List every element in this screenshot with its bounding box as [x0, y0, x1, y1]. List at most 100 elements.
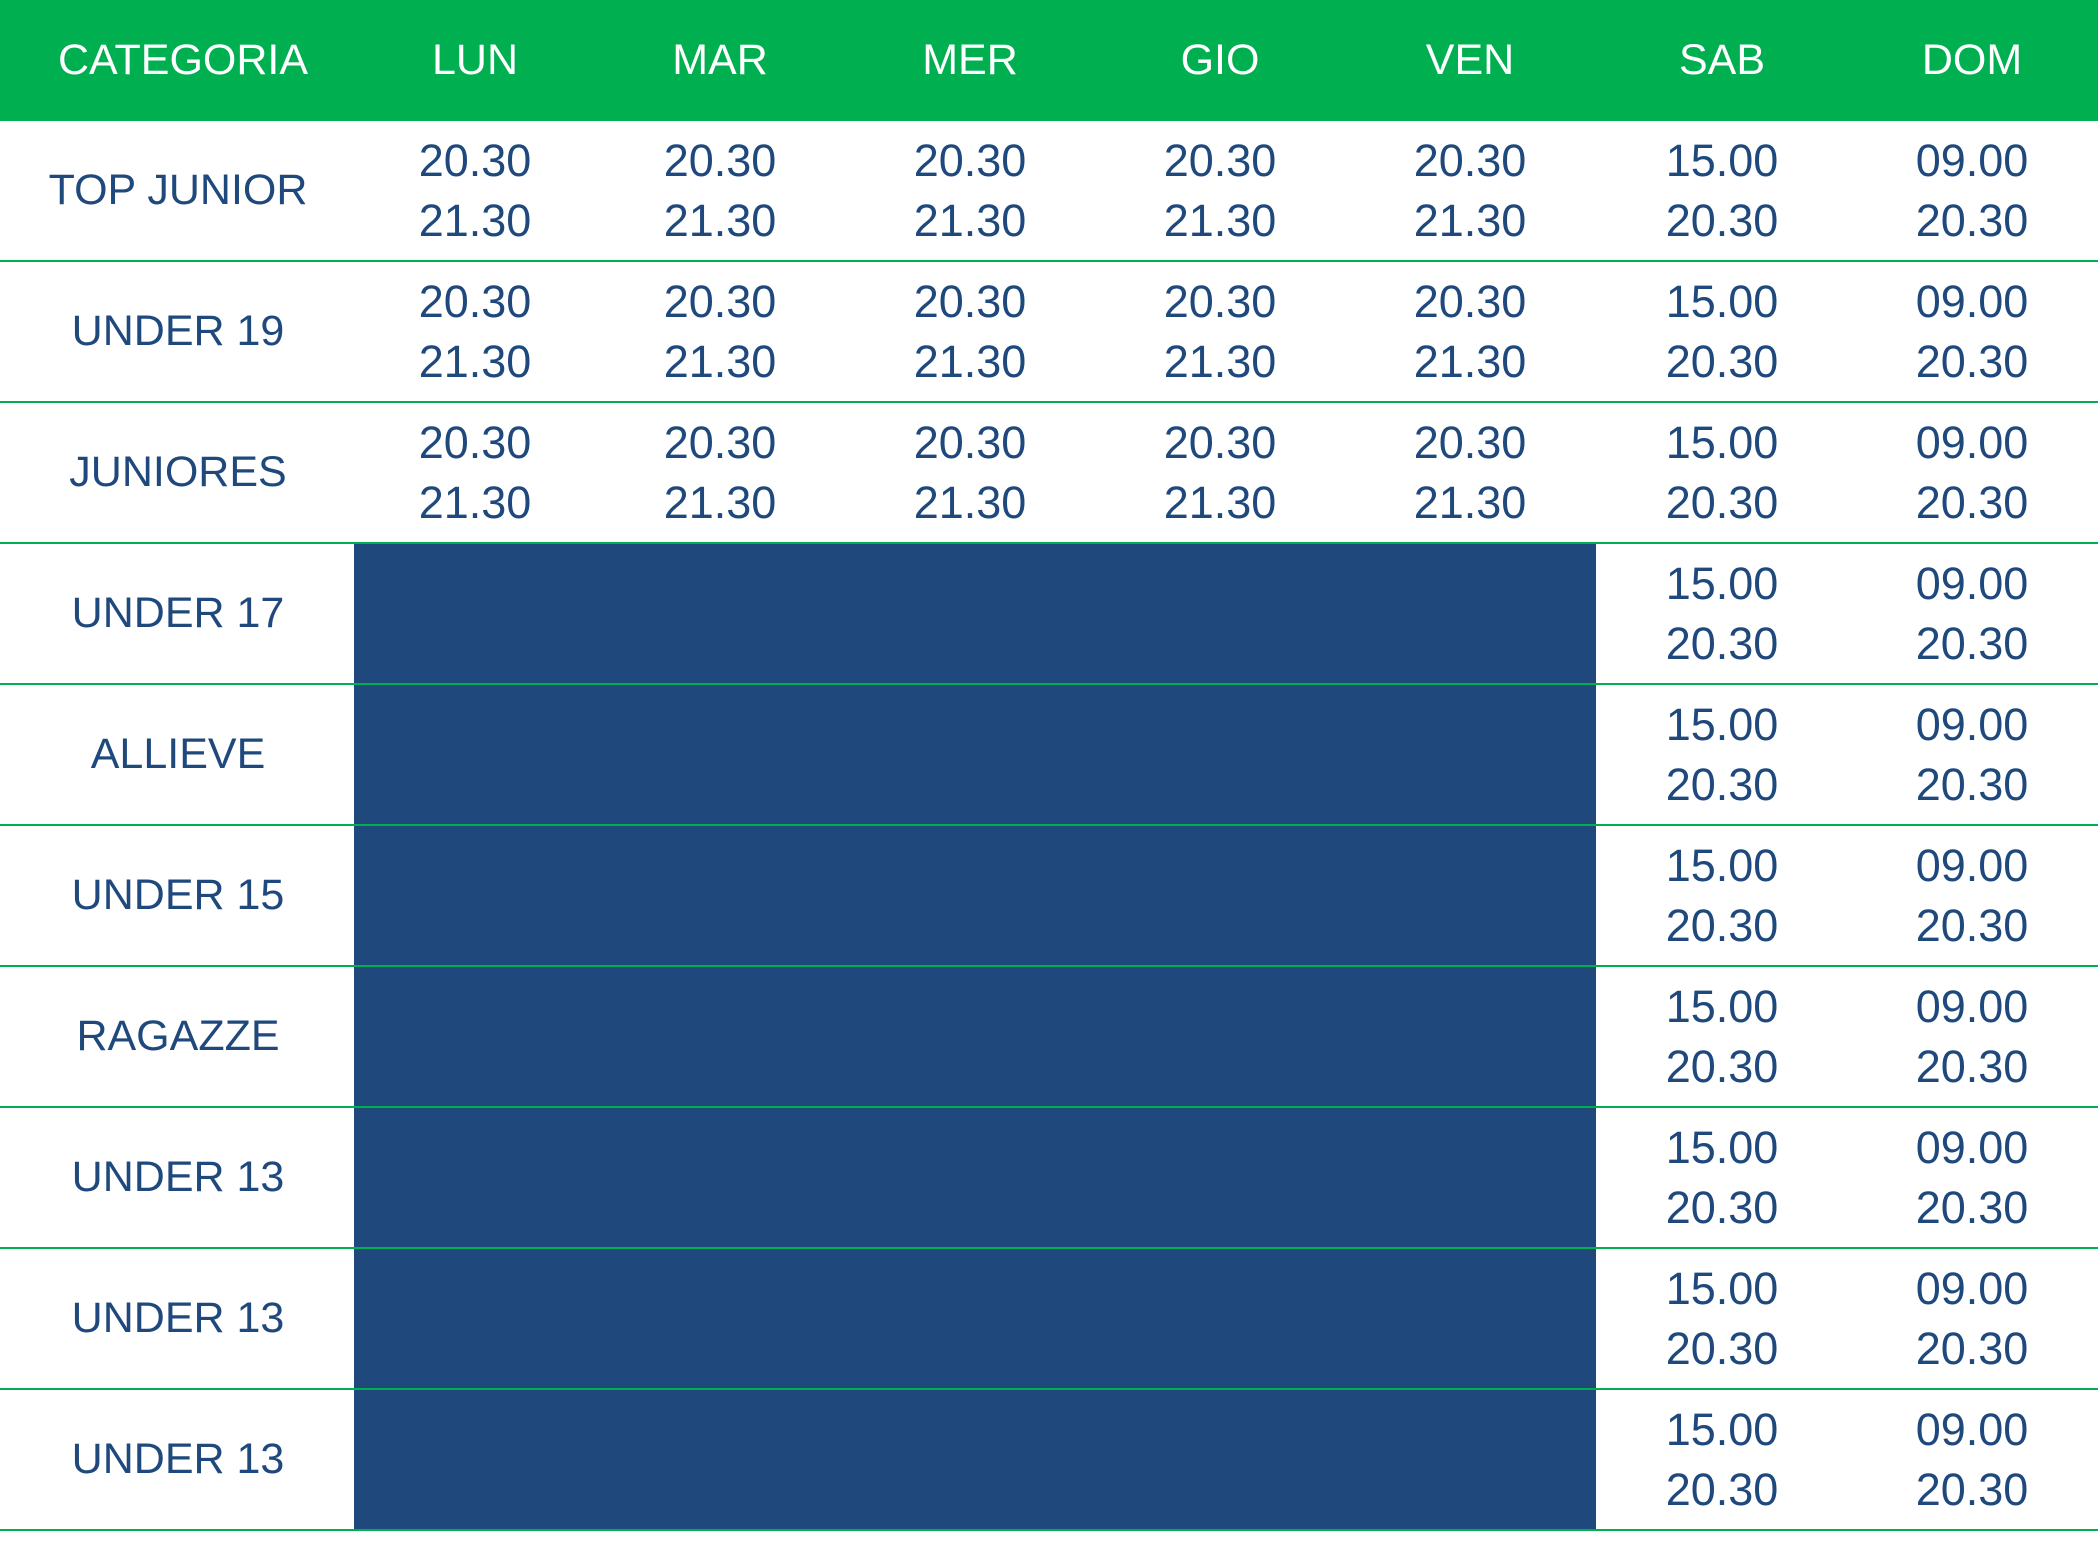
header-day-dom: DOM: [1921, 36, 2023, 84]
table-row: UNDER 19 20.30 21.30 20.30 21.30 20.30 21.30 20…: [0, 262, 2098, 403]
time-cell-sab: 15.00 20.30: [1602, 967, 1842, 1106]
time-cell-ven: 20.30 21.30: [1350, 403, 1590, 542]
unavailable-block: [354, 685, 1596, 824]
table-header: CATEGORIA LUN MAR MER GIO VEN SAB DOM: [0, 0, 2098, 121]
time-cell-dom: 09.00 20.30: [1852, 262, 2092, 401]
table-row: UNDER 15 15.00 20.30 09.00 20.30: [0, 826, 2098, 967]
unavailable-block: [354, 826, 1596, 965]
time-start: 20.30: [913, 416, 1027, 468]
time-start: 20.30: [418, 416, 532, 468]
time-start: 15.00: [1665, 839, 1779, 891]
table-row: UNDER 17 15.00 20.30 09.00 20.30: [0, 544, 2098, 685]
table-row: RAGAZZE 15.00 20.30 09.00 20.30: [0, 967, 2098, 1108]
time-end: 21.30: [418, 194, 532, 246]
time-end: 21.30: [1413, 194, 1527, 246]
time-end: 20.30: [1665, 1040, 1779, 1092]
time-end: 21.30: [1163, 335, 1277, 387]
unavailable-block: [354, 967, 1596, 1106]
time-start: 15.00: [1665, 698, 1779, 750]
category-cell: UNDER 13: [71, 1294, 285, 1342]
time-end: 20.30: [1915, 335, 2029, 387]
time-end: 20.30: [1915, 194, 2029, 246]
time-start: 09.00: [1915, 1262, 2029, 1314]
time-start: 20.30: [1413, 416, 1527, 468]
time-cell-mar: 20.30 21.30: [600, 262, 840, 401]
time-start: 09.00: [1915, 839, 2029, 891]
time-cell-dom: 09.00 20.30: [1852, 685, 2092, 824]
time-start: 09.00: [1915, 416, 2029, 468]
time-cell-dom: 09.00 20.30: [1852, 967, 2092, 1106]
header-categoria: CATEGORIA: [58, 36, 309, 84]
time-start: 20.30: [1413, 134, 1527, 186]
time-end: 20.30: [1665, 617, 1779, 669]
time-start: 20.30: [913, 275, 1027, 327]
time-cell-mer: 20.30 21.30: [850, 262, 1090, 401]
time-end: 20.30: [1915, 1463, 2029, 1515]
time-end: 20.30: [1665, 899, 1779, 951]
time-start: 20.30: [418, 275, 532, 327]
time-start: 20.30: [663, 416, 777, 468]
time-end: 20.30: [1915, 476, 2029, 528]
time-cell-sab: 15.00 20.30: [1602, 685, 1842, 824]
time-cell-sab: 15.00 20.30: [1602, 826, 1842, 965]
header-day-gio: GIO: [1180, 36, 1260, 84]
header-day-ven: VEN: [1425, 36, 1515, 84]
time-start: 15.00: [1665, 1403, 1779, 1455]
unavailable-block: [354, 1249, 1596, 1388]
time-end: 20.30: [1665, 194, 1779, 246]
header-day-mer: MER: [922, 36, 1018, 84]
time-end: 20.30: [1915, 899, 2029, 951]
category-cell: UNDER 17: [71, 589, 285, 637]
time-start: 09.00: [1915, 698, 2029, 750]
time-end: 20.30: [1665, 1463, 1779, 1515]
time-end: 20.30: [1915, 758, 2029, 810]
time-end: 21.30: [913, 194, 1027, 246]
time-cell-sab: 15.00 20.30: [1602, 544, 1842, 683]
time-end: 20.30: [1665, 1181, 1779, 1233]
time-end: 20.30: [1915, 1040, 2029, 1092]
time-start: 20.30: [913, 134, 1027, 186]
time-start: 15.00: [1665, 416, 1779, 468]
time-cell-sab: 15.00 20.30: [1602, 1249, 1842, 1388]
category-cell: RAGAZZE: [76, 1012, 280, 1060]
time-start: 20.30: [1163, 134, 1277, 186]
time-start: 20.30: [1413, 275, 1527, 327]
time-end: 21.30: [1163, 476, 1277, 528]
header-day-sab: SAB: [1678, 36, 1766, 84]
time-cell-ven: 20.30 21.30: [1350, 262, 1590, 401]
time-cell-gio: 20.30 21.30: [1100, 121, 1340, 260]
time-cell-dom: 09.00 20.30: [1852, 826, 2092, 965]
time-end: 21.30: [663, 476, 777, 528]
category-cell: UNDER 13: [71, 1153, 285, 1201]
time-cell-dom: 09.00 20.30: [1852, 121, 2092, 260]
time-end: 21.30: [1413, 335, 1527, 387]
time-start: 09.00: [1915, 134, 2029, 186]
header-day-lun: LUN: [431, 36, 519, 84]
category-cell: UNDER 13: [71, 1435, 285, 1483]
time-cell-lun: 20.30 21.30: [355, 262, 595, 401]
time-cell-mar: 20.30 21.30: [600, 121, 840, 260]
table-row: UNDER 13 15.00 20.30 09.00 20.30: [0, 1108, 2098, 1249]
time-cell-sab: 15.00 20.30: [1602, 1390, 1842, 1529]
time-start: 09.00: [1915, 980, 2029, 1032]
time-end: 21.30: [913, 335, 1027, 387]
time-cell-sab: 15.00 20.30: [1602, 262, 1842, 401]
time-end: 20.30: [1915, 1181, 2029, 1233]
time-cell-sab: 15.00 20.30: [1602, 403, 1842, 542]
category-cell: ALLIEVE: [90, 730, 266, 778]
time-cell-gio: 20.30 21.30: [1100, 403, 1340, 542]
time-cell-lun: 20.30 21.30: [355, 121, 595, 260]
schedule-table: CATEGORIA LUN MAR MER GIO VEN SAB DOM TOP JUNIO…: [0, 0, 2098, 1550]
table-row: UNDER 13 15.00 20.30 09.00 20.30: [0, 1249, 2098, 1390]
time-start: 15.00: [1665, 980, 1779, 1032]
time-start: 20.30: [1163, 275, 1277, 327]
time-start: 15.00: [1665, 275, 1779, 327]
time-start: 15.00: [1665, 557, 1779, 609]
category-cell: TOP JUNIOR: [48, 166, 308, 214]
time-cell-dom: 09.00 20.30: [1852, 1108, 2092, 1247]
unavailable-block: [354, 1108, 1596, 1247]
table-row: UNDER 13 15.00 20.30 09.00 20.30: [0, 1390, 2098, 1531]
time-end: 21.30: [913, 476, 1027, 528]
time-cell-dom: 09.00 20.30: [1852, 544, 2092, 683]
time-end: 21.30: [418, 335, 532, 387]
